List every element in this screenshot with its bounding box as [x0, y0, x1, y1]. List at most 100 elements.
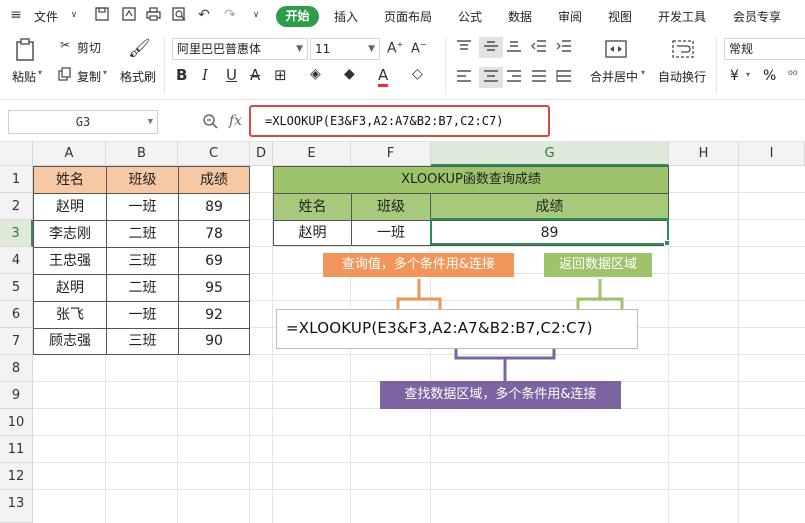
font-name-select[interactable]: 阿里巴巴普惠体 ▼	[172, 38, 308, 60]
format-painter-button[interactable]: 格式刷	[120, 68, 156, 85]
col-header-b[interactable]: B	[106, 142, 178, 166]
zoom-icon[interactable]	[202, 113, 220, 131]
font-color-icon[interactable]: A	[378, 66, 389, 87]
table-cell[interactable]: 一班	[106, 301, 179, 329]
wrap-text-icon[interactable]	[672, 40, 694, 61]
table-cell[interactable]: 赵明	[33, 193, 107, 221]
tab-data[interactable]: 数据	[508, 8, 532, 25]
align-middle-icon[interactable]	[479, 37, 503, 58]
number-format-select[interactable]: 常规	[724, 38, 805, 60]
table-cell[interactable]: 95	[178, 274, 250, 302]
bucket-fill-icon[interactable]: ◆	[344, 66, 355, 82]
table-cell[interactable]: 一班	[106, 193, 179, 221]
name-box[interactable]: G3 ▼	[8, 110, 158, 134]
row-header-3[interactable]: 3	[0, 220, 33, 247]
font-size-select[interactable]: 11 ▼	[310, 38, 380, 60]
italic-icon[interactable]: I	[202, 66, 208, 84]
underline-icon[interactable]: U	[226, 66, 237, 84]
print-icon[interactable]	[145, 7, 161, 23]
undo-icon[interactable]: ↶	[196, 7, 212, 23]
formula-input[interactable]: =XLOOKUP(E3&F3,A2:A7&B2:B7,C2:C7)	[249, 105, 550, 137]
col-header-c[interactable]: C	[178, 142, 250, 166]
copy-icon[interactable]	[57, 67, 73, 84]
scissors-icon[interactable]: ✂	[57, 38, 73, 52]
table-cell[interactable]: 92	[178, 301, 250, 329]
file-menu[interactable]: 文件	[34, 8, 58, 25]
result-cell-g3[interactable]: 89	[430, 220, 669, 246]
table-header-cell[interactable]: 姓名	[273, 193, 352, 221]
justify-icon[interactable]	[531, 70, 547, 85]
cut-button[interactable]: 剪切	[77, 39, 101, 56]
row-header-2[interactable]: 2	[0, 193, 33, 220]
tab-review[interactable]: 审阅	[558, 8, 582, 25]
currency-format-button[interactable]: ¥	[730, 68, 739, 84]
table-header-cell[interactable]: 成绩	[178, 166, 250, 194]
row-header-1[interactable]: 1	[0, 166, 33, 193]
merge-center-button[interactable]: 合并居中	[590, 68, 638, 85]
table-header-cell[interactable]: 班级	[106, 166, 179, 194]
col-header-d[interactable]: D	[250, 142, 273, 166]
increase-font-icon[interactable]: A+	[387, 40, 403, 57]
table-cell[interactable]: 李志刚	[33, 220, 107, 248]
table-header-cell[interactable]: 姓名	[33, 166, 107, 194]
bold-icon[interactable]: B	[176, 66, 187, 84]
table-cell[interactable]: 三班	[106, 328, 179, 355]
chevron-down-icon[interactable]: ▾	[746, 70, 750, 79]
paste-icon[interactable]	[14, 38, 38, 64]
table-cell[interactable]: 69	[178, 247, 250, 275]
distributed-icon[interactable]	[556, 70, 572, 85]
table-cell[interactable]: 顾志强	[33, 328, 107, 355]
row-header-12[interactable]: 12	[0, 463, 33, 490]
fill-handle[interactable]	[664, 240, 670, 246]
row-header-11[interactable]: 11	[0, 436, 33, 463]
eraser-icon[interactable]: ◇	[412, 66, 423, 82]
merge-center-icon[interactable]	[605, 40, 627, 61]
quick-access-more-icon[interactable]: ∨	[248, 7, 264, 23]
table-cell[interactable]: 二班	[106, 220, 179, 248]
align-right-icon[interactable]	[506, 70, 522, 85]
align-top-icon[interactable]	[456, 40, 472, 55]
paste-dropdown-icon[interactable]: ▾	[38, 68, 42, 77]
row-header-5[interactable]: 5	[0, 274, 33, 301]
fill-color-icon[interactable]: ◈	[310, 66, 321, 82]
table-cell[interactable]: 赵明	[273, 220, 352, 246]
table-cell[interactable]: 王忠强	[33, 247, 107, 275]
col-header-h[interactable]: H	[669, 142, 739, 166]
chevron-down-icon[interactable]: ∨	[66, 7, 82, 23]
brush-icon[interactable]: 🖌	[128, 38, 151, 59]
copy-dropdown-icon[interactable]: ▾	[103, 68, 107, 77]
tab-developer[interactable]: 开发工具	[658, 8, 706, 25]
row-header-13[interactable]: 13	[0, 490, 33, 523]
row-header-6[interactable]: 6	[0, 301, 33, 328]
redo-icon[interactable]: ↷	[222, 7, 238, 23]
table-header-cell[interactable]: 成绩	[430, 193, 669, 221]
col-header-g[interactable]: G	[431, 142, 669, 166]
borders-icon[interactable]: ⊞	[274, 66, 287, 84]
tab-insert[interactable]: 插入	[334, 8, 358, 25]
decrease-font-icon[interactable]: A−	[411, 40, 427, 56]
table-cell[interactable]: 赵明	[33, 274, 107, 302]
col-header-i[interactable]: I	[739, 142, 805, 166]
tab-member[interactable]: 会员专享	[733, 8, 781, 25]
increase-indent-icon[interactable]	[556, 40, 572, 55]
copy-button[interactable]: 复制	[77, 68, 101, 85]
comma-style-icon[interactable]: ⁰⁰	[788, 68, 798, 82]
table-cell[interactable]: 89	[178, 193, 250, 221]
select-all-corner[interactable]	[0, 142, 33, 166]
row-header-4[interactable]: 4	[0, 247, 33, 274]
align-left-icon[interactable]	[456, 70, 472, 85]
table-cell[interactable]: 二班	[106, 274, 179, 302]
align-bottom-icon[interactable]	[506, 40, 522, 55]
row-header-8[interactable]: 8	[0, 355, 33, 382]
percent-format-button[interactable]: %	[763, 68, 776, 84]
align-center-icon[interactable]	[479, 67, 503, 88]
print-preview-icon[interactable]	[171, 7, 187, 23]
table-cell[interactable]: 一班	[351, 220, 431, 246]
tab-formulas[interactable]: 公式	[458, 8, 482, 25]
chevron-down-icon[interactable]: ▾	[641, 68, 645, 77]
hamburger-menu-icon[interactable]: ≡	[8, 7, 24, 23]
table-cell[interactable]: 三班	[106, 247, 179, 275]
fx-icon[interactable]: fx	[229, 113, 242, 129]
table-cell[interactable]: 张飞	[33, 301, 107, 329]
row-header-7[interactable]: 7	[0, 328, 33, 355]
